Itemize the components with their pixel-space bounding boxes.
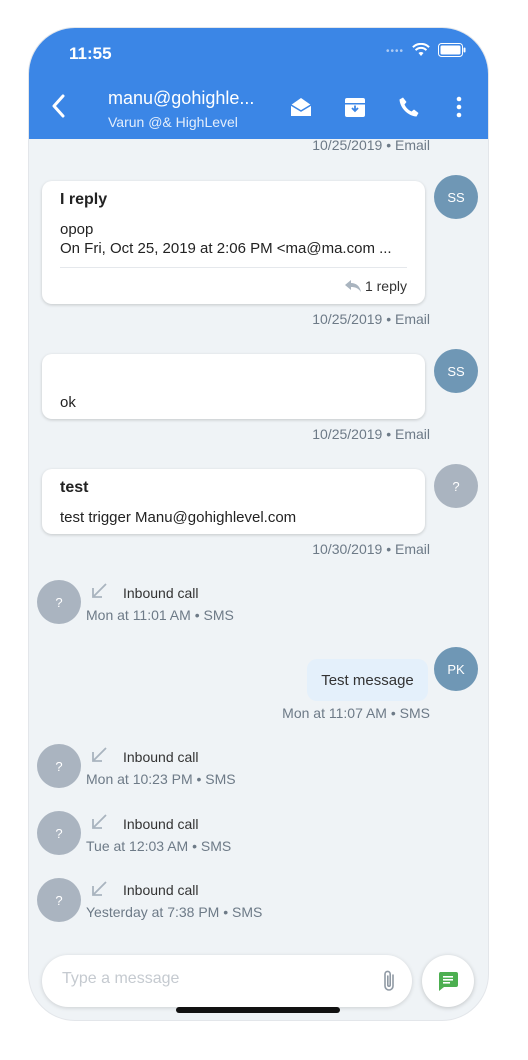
message-meta: 10/30/2019 • Email (312, 541, 430, 557)
call-label: Inbound call (123, 585, 199, 601)
home-indicator (176, 1007, 340, 1013)
avatar: ? (37, 811, 81, 855)
message-meta: 10/25/2019 • Email (312, 311, 430, 327)
avatar: ? (37, 878, 81, 922)
message-input[interactable] (60, 969, 364, 989)
message-meta: 10/25/2019 • Email (312, 426, 430, 442)
card-divider (60, 267, 407, 268)
call-label: Inbound call (123, 816, 199, 832)
message-meta: Mon at 11:01 AM • SMS (86, 607, 234, 623)
send-sms-button[interactable] (422, 955, 474, 1007)
message-meta: Mon at 10:23 PM • SMS (86, 771, 236, 787)
chat-icon (438, 972, 458, 991)
message-meta: 10/25/2019 • Email (312, 139, 430, 153)
message-meta: Mon at 11:07 AM • SMS (282, 705, 430, 721)
back-icon[interactable] (51, 94, 65, 119)
contact-subtitle: Varun @& HighLevel (108, 114, 238, 130)
email-body: test trigger Manu@gohighlevel.com (60, 509, 297, 526)
message-meta: Tue at 12:03 AM • SMS (86, 838, 232, 854)
status-icons: •••• (386, 42, 466, 57)
call-label: Inbound call (123, 749, 199, 765)
message-list[interactable]: 10/25/2019 • Email I reply opop On Fri, … (29, 139, 488, 949)
call-label: Inbound call (123, 882, 199, 898)
envelope-open-icon[interactable] (289, 96, 313, 118)
reply-count[interactable]: 1 reply (344, 278, 407, 294)
attachment-icon[interactable] (382, 969, 396, 993)
phone-icon[interactable] (398, 96, 420, 118)
message-composer (42, 955, 412, 1007)
avatar: ? (37, 744, 81, 788)
reply-icon (344, 280, 361, 292)
battery-icon (438, 42, 466, 57)
email-subject: I reply (60, 191, 108, 208)
email-card[interactable]: I reply opop On Fri, Oct 25, 2019 at 2:0… (42, 181, 425, 304)
avatar: PK (434, 647, 478, 691)
avatar: SS (434, 175, 478, 219)
avatar: ? (37, 580, 81, 624)
email-card[interactable]: ok (42, 354, 425, 419)
inbound-call-icon (92, 814, 107, 829)
inbound-call-icon (92, 583, 107, 598)
email-preview-line: opop (60, 221, 94, 238)
signal-icon: •••• (385, 46, 404, 57)
contact-title: manu@gohighle... (108, 88, 255, 108)
email-subject: test (60, 479, 89, 496)
message-meta: Yesterday at 7:38 PM • SMS (86, 904, 263, 920)
conversation-header: 11:55 •••• manu@gohighle... Varun @& Hig… (29, 28, 488, 139)
status-time: 11:55 (69, 44, 112, 63)
inbound-call-icon (92, 881, 107, 896)
email-preview-line: On Fri, Oct 25, 2019 at 2:06 PM <ma@ma.c… (60, 240, 392, 257)
avatar: SS (434, 349, 478, 393)
phone-frame: 11:55 •••• manu@gohighle... Varun @& Hig… (29, 28, 488, 1020)
sms-bubble[interactable]: Test message (307, 659, 428, 701)
email-card[interactable]: test test trigger Manu@gohighlevel.com (42, 469, 425, 534)
more-vertical-icon[interactable] (456, 96, 462, 118)
avatar: ? (434, 464, 478, 508)
reply-count-label: 1 reply (364, 278, 407, 294)
archive-icon[interactable] (344, 96, 366, 118)
wifi-icon (412, 42, 430, 56)
email-body: ok (60, 394, 76, 411)
inbound-call-icon (92, 747, 107, 762)
